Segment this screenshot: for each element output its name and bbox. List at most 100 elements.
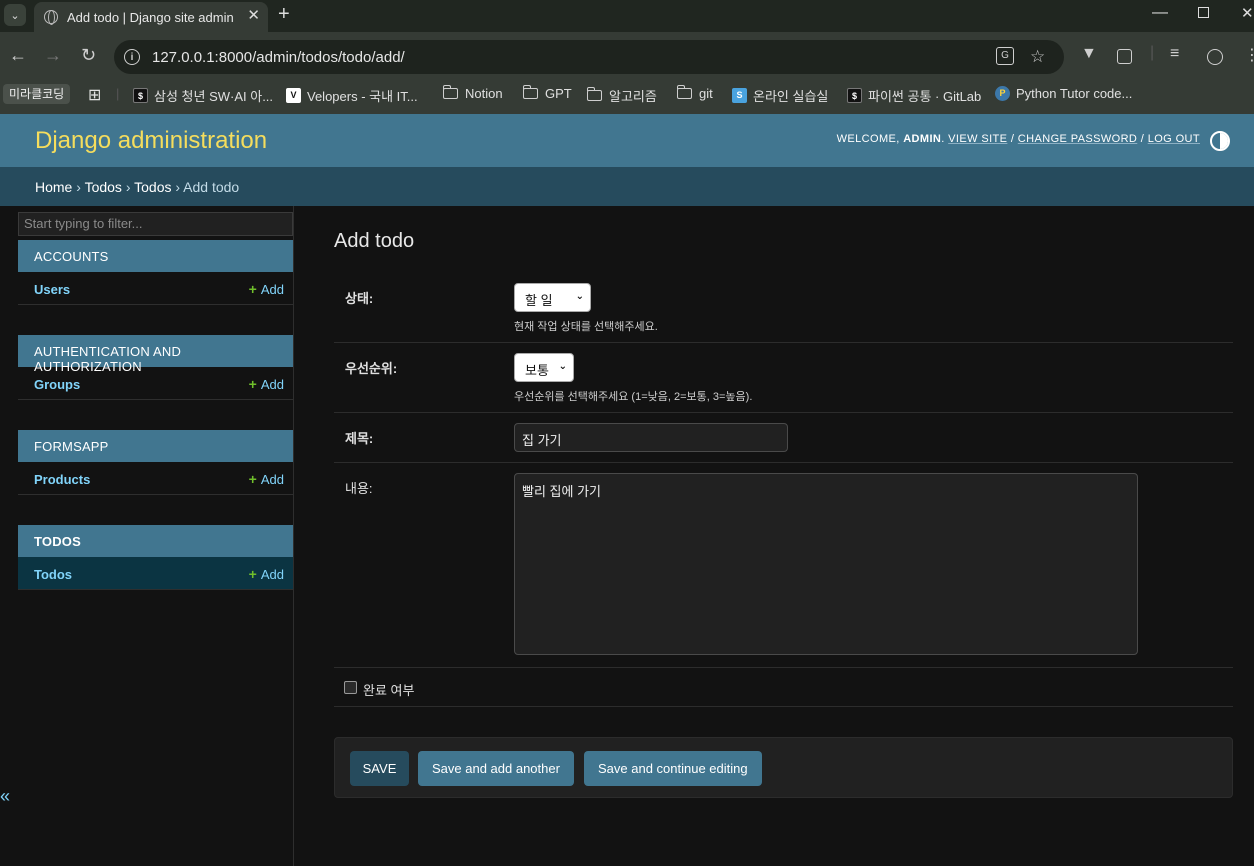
chevron-down-icon: ⌄: [558, 361, 567, 372]
bookmark-item[interactable]: S 온라인 실습실: [732, 86, 828, 105]
module-header-accounts[interactable]: ACCOUNTS: [18, 240, 293, 272]
translate-icon[interactable]: G: [996, 47, 1014, 65]
toggle-sidebar-button[interactable]: «: [0, 786, 14, 807]
site-name-link[interactable]: Django administration: [35, 127, 267, 155]
username: ADMIN: [903, 133, 942, 145]
chevron-down-icon: ⌄: [575, 291, 584, 302]
plus-icon: +: [248, 281, 257, 297]
model-link-products[interactable]: Products: [34, 472, 90, 487]
profile-chip[interactable]: 미라클코딩: [3, 84, 71, 104]
content-textarea[interactable]: 빨리 집에 가기: [514, 473, 1138, 655]
site-info-icon[interactable]: i: [124, 49, 140, 65]
module-header-auth[interactable]: AUTHENTICATION AND AUTHORIZATION: [18, 335, 293, 374]
form-row-completed: 완료 여부: [334, 668, 1233, 707]
nav-sidebar: Start typing to filter... ACCOUNTS Users…: [0, 206, 294, 866]
s-favicon: $: [133, 88, 148, 103]
reload-icon[interactable]: ↻: [81, 45, 96, 66]
browser-tab[interactable]: Add todo | Django site admin ✕: [34, 2, 268, 32]
bookmark-item[interactable]: $ 파이썬 공통 · GitLab: [847, 86, 981, 105]
s-favicon: S: [732, 88, 747, 103]
view-site-link[interactable]: VIEW SITE: [948, 133, 1007, 145]
status-help-text: 현재 작업 상태를 선택해주세요.: [514, 321, 658, 333]
save-and-add-another-button[interactable]: Save and add another: [418, 751, 574, 786]
bookmarks-divider: |: [116, 86, 120, 101]
module-header-formsapp[interactable]: FORMSAPP: [18, 430, 293, 462]
module-header-todos[interactable]: TODOS: [18, 525, 293, 557]
sidebar-item-groups: Groups + Add: [18, 367, 293, 400]
save-button[interactable]: SAVE: [350, 751, 409, 786]
bookmark-folder[interactable]: GPT: [522, 85, 572, 101]
close-tab-icon[interactable]: ✕: [247, 6, 260, 24]
minimize-icon[interactable]: —: [1152, 4, 1168, 22]
user-tools: WELCOME, ADMIN. VIEW SITE / CHANGE PASSW…: [836, 133, 1200, 145]
add-groups-link[interactable]: + Add: [249, 376, 284, 392]
sidebar-item-users: Users + Add: [18, 272, 293, 305]
folder-icon: [586, 87, 602, 101]
priority-help-text: 우선순위를 선택해주세요 (1=낮음, 2=보통, 3=높음).: [514, 391, 753, 403]
breadcrumb: Home › Todos › Todos › Add todo: [0, 167, 1254, 206]
bookmark-item[interactable]: P Python Tutor code...: [995, 86, 1132, 101]
plus-icon: +: [248, 471, 257, 487]
submit-row: SAVE Save and add another Save and conti…: [334, 737, 1233, 798]
add-todos-link[interactable]: + Add: [249, 566, 284, 582]
title-label: 제목:: [345, 431, 374, 446]
url-text[interactable]: 127.0.0.1:8000/admin/todos/todo/add/: [152, 49, 405, 66]
breadcrumb-home[interactable]: Home: [35, 179, 72, 195]
priority-label: 우선순위:: [345, 361, 398, 376]
bookmark-item[interactable]: $ 삼성 청년 SW·AI 아...: [133, 86, 273, 105]
back-icon[interactable]: ←: [9, 45, 27, 66]
tab-search-button[interactable]: ⌄: [4, 4, 26, 26]
model-link-groups[interactable]: Groups: [34, 377, 80, 392]
priority-select[interactable]: 보통 ⌄: [514, 353, 574, 382]
add-users-link[interactable]: + Add: [249, 281, 284, 297]
toolbar-divider: |: [1150, 44, 1155, 61]
browser-tab-strip: ⌄ Add todo | Django site admin ✕ + — ✕: [0, 0, 1254, 32]
bookmark-item[interactable]: V Velopers - 국내 IT...: [286, 86, 418, 105]
breadcrumb-model[interactable]: Todos: [134, 179, 171, 195]
plus-icon: +: [248, 566, 257, 582]
log-out-link[interactable]: LOG OUT: [1148, 133, 1200, 145]
nav-filter-input[interactable]: Start typing to filter...: [18, 212, 293, 236]
content-label: 내용:: [345, 481, 373, 496]
status-label: 상태:: [345, 291, 374, 306]
new-tab-button[interactable]: +: [278, 3, 290, 26]
completed-label[interactable]: 완료 여부: [363, 680, 414, 699]
maximize-icon[interactable]: [1198, 7, 1209, 18]
close-window-icon[interactable]: ✕: [1241, 4, 1254, 22]
folder-icon: [676, 85, 692, 99]
address-bar[interactable]: i 127.0.0.1:8000/admin/todos/todo/add/ G…: [114, 40, 1064, 74]
breadcrumb-app[interactable]: Todos: [85, 179, 122, 195]
change-password-link[interactable]: CHANGE PASSWORD: [1018, 133, 1137, 145]
theme-toggle-icon[interactable]: [1210, 131, 1230, 151]
bookmark-folder[interactable]: 알고리즘: [586, 86, 657, 105]
add-products-link[interactable]: + Add: [249, 471, 284, 487]
media-control-icon[interactable]: ≡: [1170, 45, 1179, 63]
menu-icon[interactable]: ⋮: [1244, 45, 1254, 65]
page-title: Add todo: [334, 230, 415, 252]
form-row-content: 내용: 빨리 집에 가기: [334, 463, 1233, 668]
folder-icon: [522, 85, 538, 99]
model-link-users[interactable]: Users: [34, 282, 70, 297]
v-favicon: V: [286, 88, 301, 103]
forward-icon[interactable]: →: [44, 45, 62, 66]
globe-icon: [44, 10, 58, 25]
sidebar-item-products: Products + Add: [18, 462, 293, 495]
admin-header: Django administration WELCOME, ADMIN. VI…: [0, 114, 1254, 167]
save-and-continue-button[interactable]: Save and continue editing: [584, 751, 762, 786]
bookmarks-bar: 미라클코딩 ⊞ | $ 삼성 청년 SW·AI 아... V Velopers …: [0, 80, 1254, 114]
status-select[interactable]: 할 일 ⌄: [514, 283, 591, 312]
vimeo-extension-icon[interactable]: ▼: [1081, 45, 1097, 63]
sidebar-item-todos: Todos + Add: [18, 557, 293, 590]
title-input[interactable]: 집 가기: [514, 423, 788, 452]
bookmark-folder[interactable]: git: [676, 85, 713, 101]
folder-icon: [442, 85, 458, 99]
extensions-icon[interactable]: [1117, 49, 1132, 64]
bookmark-star-icon[interactable]: ☆: [1030, 47, 1045, 67]
bookmark-folder[interactable]: Notion: [442, 85, 503, 101]
profile-icon[interactable]: [1207, 49, 1223, 65]
completed-checkbox[interactable]: [344, 681, 357, 694]
apps-grid-icon[interactable]: ⊞: [88, 85, 101, 105]
model-link-todos[interactable]: Todos: [34, 567, 72, 582]
form-row-status: 상태: 할 일 ⌄ 현재 작업 상태를 선택해주세요.: [334, 273, 1233, 343]
python-icon: P: [995, 86, 1010, 101]
